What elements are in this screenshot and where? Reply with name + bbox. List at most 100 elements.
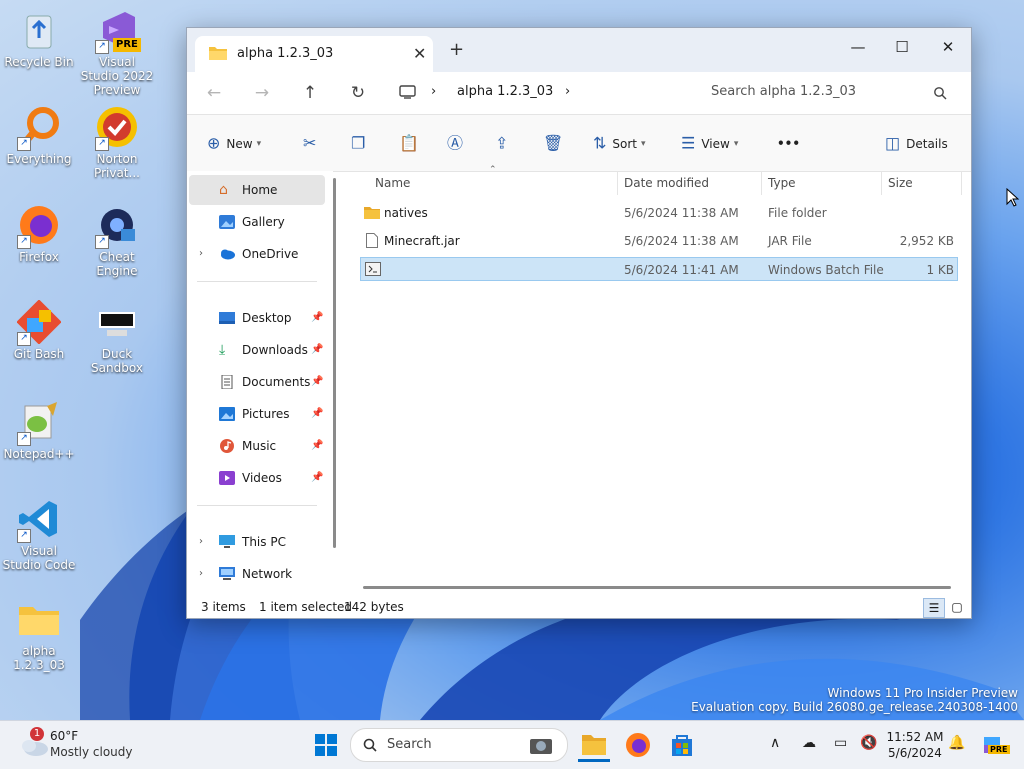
system-clock[interactable]: 11:52 AM 5/6/2024 [886, 729, 944, 761]
cut-button[interactable]: ✂ [303, 129, 316, 157]
desktop-icon-folder[interactable]: alpha 1.2.3_03 [1, 597, 77, 672]
pin-icon: 📌 [311, 312, 324, 323]
onedrive-sync-icon[interactable]: ☁ [802, 735, 816, 751]
desktop-icon-recycle-bin[interactable]: Recycle Bin [1, 8, 77, 69]
taskbar-file-explorer[interactable] [578, 729, 610, 762]
maximize-button[interactable]: ☐ [879, 32, 925, 62]
new-tab-button[interactable]: + [449, 39, 464, 60]
chevron-right-icon[interactable]: › [199, 239, 203, 269]
chevron-down-icon: ▾ [256, 138, 262, 149]
weather-temperature: 60°F [50, 729, 79, 743]
desktop-icon-duck-sandbox[interactable]: Duck Sandbox [79, 300, 155, 375]
sidebar-item-home[interactable]: ⌂ Home [189, 175, 325, 205]
vscode-icon: ↗ [17, 497, 61, 543]
desktop-icon-norton[interactable]: ↗ Norton Privat... [79, 105, 155, 180]
view-button[interactable]: ☰ View ▾ [681, 129, 738, 157]
large-icons-view-icon[interactable]: ▢ [947, 598, 967, 616]
sidebar-item-onedrive[interactable]: › OneDrive [189, 239, 325, 269]
pin-icon: 📌 [311, 440, 324, 451]
column-separator[interactable] [881, 171, 882, 195]
volume-muted-icon[interactable]: 🔇 [860, 735, 877, 751]
desktop-icon-everything[interactable]: ↗ Everything [1, 105, 77, 166]
table-row[interactable]: 5/6/2024 11:41 AM Windows Batch File 1 K… [360, 257, 958, 281]
copy-button[interactable]: ❐ [351, 129, 365, 157]
column-separator[interactable] [617, 171, 618, 195]
file-name: Minecraft.jar [384, 234, 460, 248]
taskbar-store-icon[interactable] [666, 729, 698, 761]
music-icon [220, 439, 234, 453]
search-box[interactable]: Search alpha 1.2.3_03 [697, 77, 959, 107]
sidebar-scrollbar[interactable] [333, 178, 336, 548]
desktop-icon-visual-studio[interactable]: PRE ↗ Visual Studio 2022 Preview [79, 8, 155, 97]
new-button[interactable]: ⊕ New ▾ [207, 129, 261, 157]
rename-button[interactable]: Ⓐ [447, 129, 463, 157]
column-header-date[interactable]: Date modified [624, 171, 709, 195]
search-icon [934, 87, 947, 100]
forward-arrow-icon[interactable]: → [247, 80, 277, 106]
separator [197, 505, 317, 506]
address-bar[interactable]: › alpha 1.2.3_03 › [391, 77, 689, 107]
details-pane-button[interactable]: ◫ Details [885, 129, 948, 157]
recycle-bin-icon [17, 8, 61, 52]
taskbar-firefox-icon[interactable] [622, 729, 654, 761]
share-button[interactable]: ⇪ [495, 129, 508, 157]
display-icon[interactable]: ▭ [834, 735, 847, 751]
paste-button[interactable]: 📋 [399, 129, 419, 157]
refresh-icon[interactable]: ↻ [343, 80, 373, 106]
details-view-icon[interactable]: ☰ [923, 598, 945, 618]
file-list: ⌃ Name Date modified Type Size natives 5… [347, 165, 969, 595]
sidebar-item-documents[interactable]: Documents 📌 [189, 367, 325, 397]
column-separator[interactable] [761, 171, 762, 195]
sidebar-item-videos[interactable]: Videos 📌 [189, 463, 325, 493]
file-date: 5/6/2024 11:41 AM [624, 263, 739, 277]
chevron-up-icon[interactable]: ∧ [770, 735, 780, 751]
column-separator[interactable] [961, 171, 962, 195]
sidebar-item-music[interactable]: Music 📌 [189, 431, 325, 461]
sort-button[interactable]: ⇅ Sort ▾ [593, 129, 646, 157]
minimize-button[interactable]: — [835, 32, 881, 62]
sidebar-item-downloads[interactable]: ⤓ Downloads 📌 [189, 335, 325, 365]
sidebar-item-desktop[interactable]: Desktop 📌 [189, 303, 325, 333]
desktop-icon-label: Git Bash [13, 347, 65, 361]
weather-widget[interactable]: 1 60°F Mostly cloudy [10, 721, 140, 769]
desktop-icon-cheat-engine[interactable]: ↗ Cheat Engine [79, 203, 155, 278]
more-options-button[interactable]: ••• [777, 129, 800, 157]
breadcrumb-segment[interactable]: alpha 1.2.3_03 [457, 84, 553, 99]
shortcut-arrow-icon: ↗ [17, 432, 31, 446]
close-button[interactable]: ✕ [925, 32, 971, 62]
back-arrow-icon[interactable]: ← [199, 80, 229, 106]
table-row[interactable]: natives 5/6/2024 11:38 AM File folder [360, 201, 958, 225]
column-header-name[interactable]: Name [375, 171, 410, 195]
horizontal-scrollbar[interactable] [363, 586, 951, 589]
tab-close-button[interactable]: ✕ [413, 44, 426, 63]
column-header-size[interactable]: Size [888, 171, 913, 195]
navigation-pane: ⌂ Home Gallery › OneDrive Desktop 📌 ⤓ Do… [187, 171, 333, 595]
desktop-icon-firefox[interactable]: ↗ Firefox [1, 203, 77, 264]
chevron-right-icon[interactable]: › [199, 559, 203, 589]
desktop-icon-notepadpp[interactable]: ↗ Notepad++ [1, 400, 77, 461]
sidebar-item-network[interactable]: › Network [189, 559, 325, 589]
sidebar-item-gallery[interactable]: Gallery [189, 207, 325, 237]
breadcrumb-chevron-icon: › [431, 84, 437, 99]
taskbar-search-box[interactable]: Search [350, 728, 568, 762]
title-bar[interactable]: alpha 1.2.3_03 ✕ + — ☐ ✕ [187, 28, 971, 72]
chevron-right-icon[interactable]: › [199, 527, 203, 557]
separator [197, 281, 317, 282]
file-explorer-window[interactable]: alpha 1.2.3_03 ✕ + — ☐ ✕ ← → ↑ ↻ › alpha… [186, 27, 972, 619]
windows-start-icon[interactable] [310, 729, 342, 761]
file-type: Windows Batch File [768, 263, 884, 277]
desktop-icon-vscode[interactable]: ↗ Visual Studio Code [1, 497, 77, 572]
copilot-icon[interactable]: PRE [980, 733, 1010, 757]
sidebar-item-this-pc[interactable]: › This PC [189, 527, 325, 557]
breadcrumb-chevron-icon[interactable]: › [565, 84, 570, 99]
desktop-icon-git-bash[interactable]: ↗ Git Bash [1, 299, 77, 361]
explorer-tab[interactable]: alpha 1.2.3_03 ✕ [195, 36, 433, 72]
table-row[interactable]: Minecraft.jar 5/6/2024 11:38 AM JAR File… [360, 229, 958, 253]
column-header-type[interactable]: Type [768, 171, 796, 195]
up-arrow-icon[interactable]: ↑ [295, 80, 325, 106]
sidebar-item-pictures[interactable]: Pictures 📌 [189, 399, 325, 429]
delete-button[interactable]: 🗑 [543, 129, 563, 157]
shortcut-arrow-icon: ↗ [95, 235, 109, 249]
git-bash-icon: ↗ [16, 299, 62, 346]
notification-bell-icon[interactable]: 🔔 [948, 735, 965, 751]
